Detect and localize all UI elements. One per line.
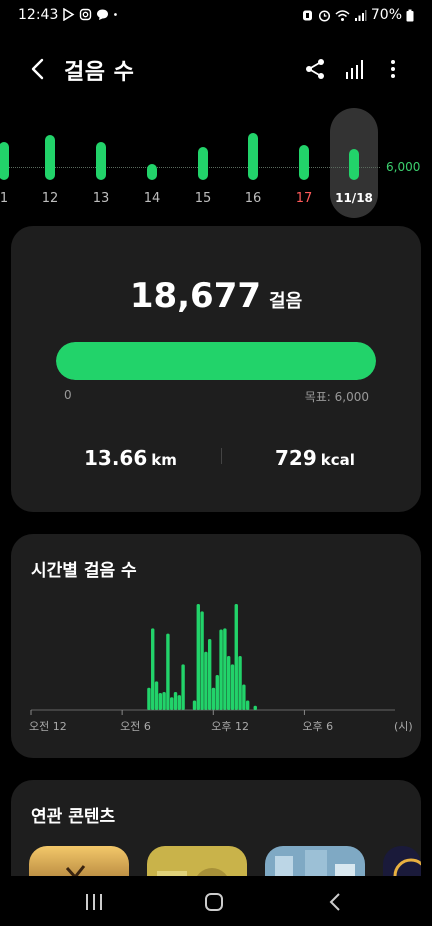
hourly-steps-bar	[207, 638, 212, 710]
day-steps-bar	[349, 149, 359, 180]
distance-value: 13.66	[84, 446, 148, 470]
more-icon[interactable]	[380, 56, 406, 82]
day-label: 1	[0, 191, 9, 206]
hourly-steps-bar	[196, 604, 200, 710]
progress-min-label: 0	[64, 388, 72, 402]
clock-icon	[318, 9, 330, 22]
goal-progress-fill	[56, 342, 376, 380]
hourly-steps-bar	[204, 651, 208, 710]
recents-button[interactable]	[80, 890, 108, 914]
calories-metric: 729 kcal	[275, 446, 355, 470]
notification-icons	[62, 8, 121, 21]
daily-steps-strip: 6,000 1 12 13 14 15 16 17 11/18	[0, 106, 432, 218]
day-column[interactable]: 12	[30, 106, 70, 218]
day-steps-bar	[198, 147, 208, 180]
back-button[interactable]	[322, 890, 350, 914]
metric-divider	[221, 448, 222, 464]
hourly-steps-bar	[166, 633, 170, 710]
hourly-steps-bar	[192, 700, 197, 710]
day-label: 12	[41, 191, 59, 206]
hourly-steps-bar	[211, 687, 216, 710]
calories-value: 729	[275, 446, 317, 470]
hourly-steps-card[interactable]: 시간별 걸음 수 오전 12 오전 6 오후 12 오후 6 (시)	[11, 534, 421, 758]
hourly-steps-bar	[158, 693, 163, 710]
day-label: 11/18	[335, 191, 373, 205]
day-steps-bar	[248, 133, 258, 180]
steps-total: 18,677 걸음	[11, 276, 421, 316]
dot-icon	[114, 13, 117, 16]
home-button[interactable]	[200, 890, 228, 914]
day-steps-bar	[45, 135, 55, 180]
hourly-steps-bar	[219, 629, 223, 710]
day-column[interactable]: 15	[183, 106, 223, 218]
hourly-steps-bar	[238, 655, 242, 710]
day-label: 17	[295, 191, 313, 206]
hourly-steps-bar	[234, 604, 238, 710]
day-column[interactable]: 17	[284, 106, 324, 218]
signal-icon	[354, 9, 367, 21]
x-axis-tick-label: (시)	[394, 720, 413, 733]
hourly-steps-bar	[253, 705, 257, 710]
summary-card: 18,677 걸음 0 목표: 6,000 13.66 km 729 kcal	[11, 226, 421, 512]
day-column[interactable]: 13	[81, 106, 121, 218]
day-label: 16	[244, 191, 262, 206]
x-axis-tick-label: 오후 12	[211, 720, 249, 733]
hourly-steps-bar	[162, 691, 166, 710]
day-column[interactable]: 14	[132, 106, 172, 218]
day-steps-bar	[147, 164, 157, 180]
share-icon[interactable]	[302, 56, 328, 82]
hourly-steps-bar	[245, 700, 250, 710]
day-column[interactable]: 11/18	[334, 106, 374, 218]
day-label: 15	[194, 191, 212, 206]
hourly-steps-bar	[223, 628, 227, 710]
status-time: 12:43	[18, 7, 59, 23]
hourly-steps-bar	[147, 687, 151, 710]
system-nav-bar	[0, 876, 432, 926]
day-steps-bar	[299, 145, 309, 180]
hourly-steps-bar	[151, 628, 155, 710]
chat-icon	[97, 9, 108, 20]
day-column[interactable]: 16	[233, 106, 273, 218]
app-header: 걸음 수	[0, 44, 432, 94]
hourly-steps-bar	[177, 695, 182, 710]
hourly-steps-bar	[170, 697, 174, 710]
status-bar: 12:43 70%	[0, 0, 432, 34]
distance-unit: km	[151, 451, 177, 469]
hourly-steps-chart: 오전 12 오전 6 오후 12 오후 6 (시)	[29, 604, 413, 733]
back-icon[interactable]	[24, 54, 54, 84]
chart-icon[interactable]	[342, 56, 368, 82]
progress-goal-label: 목표: 6,000	[304, 390, 369, 404]
battery-percent: 70%	[370, 7, 402, 23]
x-axis-tick-label: 오전 6	[120, 720, 151, 733]
steps-unit: 걸음	[269, 291, 303, 312]
instagram-icon	[79, 8, 92, 21]
status-right: 70%	[301, 7, 414, 23]
page-title: 걸음 수	[64, 60, 135, 85]
hourly-steps-bar	[200, 611, 204, 710]
hourly-steps-bar	[226, 655, 231, 710]
x-axis-tick-label: 오전 12	[29, 720, 67, 733]
goal-progress-bar	[56, 342, 376, 380]
battery-icon	[406, 9, 414, 21]
related-content-title: 연관 콘텐츠	[31, 807, 116, 827]
goal-line-label: 6,000	[386, 160, 421, 174]
day-column[interactable]: 1	[0, 106, 24, 218]
steps-value: 18,677	[129, 276, 262, 316]
hourly-steps-bar	[242, 684, 246, 710]
wifi-icon	[335, 9, 350, 21]
hourly-steps-bar	[215, 675, 219, 710]
day-steps-bar	[96, 142, 106, 180]
calories-unit: kcal	[320, 451, 355, 469]
day-steps-bar	[0, 142, 9, 180]
play-store-icon	[63, 8, 75, 21]
hourly-steps-bar	[154, 681, 159, 710]
day-label: 13	[92, 191, 110, 206]
hourly-steps-bar	[181, 664, 185, 710]
hourly-steps-bar	[230, 664, 235, 710]
hourly-steps-bar	[173, 691, 178, 710]
x-axis-tick-label: 오후 6	[302, 720, 333, 733]
alarm-icon	[302, 10, 312, 20]
day-label: 14	[143, 191, 161, 206]
distance-metric: 13.66 km	[84, 446, 177, 470]
